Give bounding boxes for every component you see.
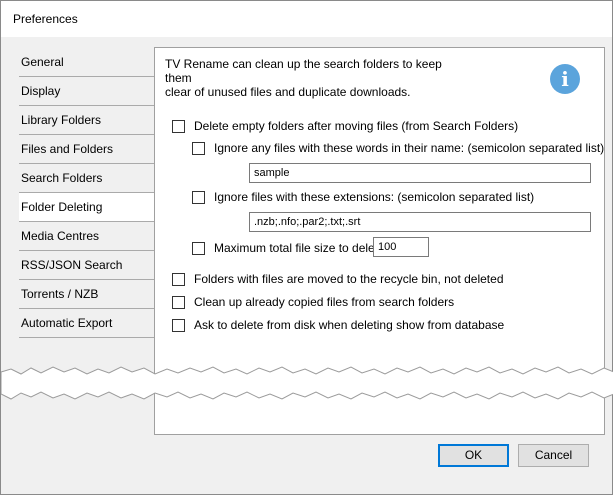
tab-files-and-folders[interactable]: Files and Folders bbox=[19, 135, 154, 164]
ignore-words-option[interactable]: Ignore any files with these words in the… bbox=[192, 141, 604, 155]
window-title: Preferences bbox=[13, 12, 78, 26]
ignore-extensions-label: Ignore files with these extensions: (sem… bbox=[214, 190, 535, 204]
ignore-words-input[interactable]: sample bbox=[249, 163, 591, 183]
info-icon: i bbox=[550, 64, 580, 94]
delete-empty-folders-label: Delete empty folders after moving files … bbox=[194, 119, 519, 133]
tab-search-folders[interactable]: Search Folders bbox=[19, 164, 154, 193]
cleanup-copied-option[interactable]: Clean up already copied files from searc… bbox=[172, 295, 454, 309]
ignore-words-checkbox[interactable] bbox=[192, 141, 205, 155]
ignore-words-label: Ignore any files with these words in the… bbox=[214, 141, 605, 155]
delete-empty-folders-option[interactable]: Delete empty folders after moving files … bbox=[172, 119, 518, 133]
max-size-label: Maximum total file size to delete: bbox=[214, 241, 389, 255]
tab-display[interactable]: Display bbox=[19, 77, 154, 106]
tab-torrents-nzb[interactable]: Torrents / NZB bbox=[19, 280, 154, 309]
ignore-extensions-input[interactable]: .nzb;.nfo;.par2;.txt;.srt bbox=[249, 212, 591, 232]
tab-folder-deleting[interactable]: Folder Deleting bbox=[19, 193, 154, 222]
max-size-option[interactable]: Maximum total file size to delete: bbox=[192, 241, 388, 255]
tab-general[interactable]: General bbox=[19, 48, 154, 77]
ask-delete-option[interactable]: Ask to delete from disk when deleting sh… bbox=[172, 318, 504, 332]
title-bar[interactable]: Preferences bbox=[1, 1, 612, 37]
recycle-bin-option[interactable]: Folders with files are moved to the recy… bbox=[172, 272, 504, 286]
max-size-checkbox[interactable] bbox=[192, 241, 205, 255]
intro-line-1: TV Rename can clean up the search folder… bbox=[165, 57, 442, 85]
ignore-extensions-option[interactable]: Ignore files with these extensions: (sem… bbox=[192, 190, 534, 204]
tab-rss-json-search[interactable]: RSS/JSON Search bbox=[19, 251, 154, 280]
intro-text: TV Rename can clean up the search folder… bbox=[165, 57, 465, 99]
tab-automatic-export[interactable]: Automatic Export bbox=[19, 309, 154, 338]
max-size-input[interactable]: 100 bbox=[373, 237, 429, 257]
intro-line-2: clear of unused files and duplicate down… bbox=[165, 85, 411, 99]
torn-edge-gap bbox=[1, 366, 613, 400]
ok-button[interactable]: OK bbox=[438, 444, 509, 467]
tab-media-centres[interactable]: Media Centres bbox=[19, 222, 154, 251]
cancel-button[interactable]: Cancel bbox=[518, 444, 589, 467]
settings-tab-list: General Display Library Folders Files an… bbox=[19, 48, 154, 338]
preferences-window: Preferences General Display Library Fold… bbox=[0, 0, 613, 495]
delete-empty-folders-checkbox[interactable] bbox=[172, 119, 185, 133]
cleanup-copied-label: Clean up already copied files from searc… bbox=[194, 295, 455, 309]
cleanup-copied-checkbox[interactable] bbox=[172, 295, 185, 309]
ask-delete-checkbox[interactable] bbox=[172, 318, 185, 332]
recycle-bin-label: Folders with files are moved to the recy… bbox=[194, 272, 504, 286]
tab-library-folders[interactable]: Library Folders bbox=[19, 106, 154, 135]
recycle-bin-checkbox[interactable] bbox=[172, 272, 185, 286]
ignore-extensions-checkbox[interactable] bbox=[192, 190, 205, 204]
ask-delete-label: Ask to delete from disk when deleting sh… bbox=[194, 318, 505, 332]
